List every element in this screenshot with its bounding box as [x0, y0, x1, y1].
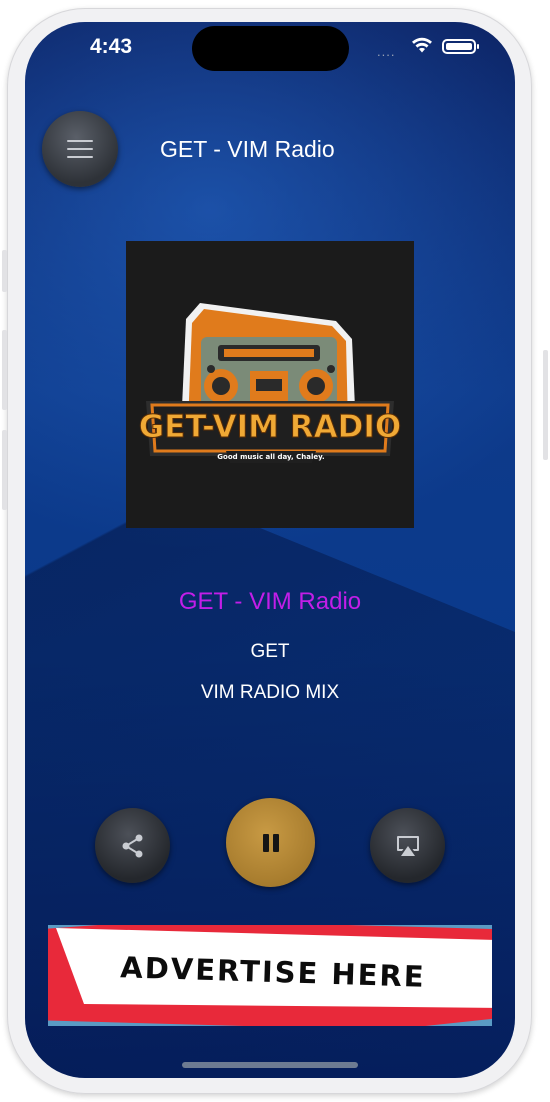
- logo-text: GET-VIM RADIO: [139, 409, 401, 445]
- silent-switch: [2, 250, 7, 292]
- track-artist: GET: [250, 641, 290, 662]
- app-screen: 4:43 .... GET - VIM Radio GET-VIM RADIO …: [25, 22, 515, 1078]
- pause-icon: [262, 833, 279, 852]
- airplay-button[interactable]: [370, 808, 445, 883]
- share-icon: [122, 834, 142, 857]
- status-time: 4:43: [90, 35, 133, 58]
- station-name: GET - VIM Radio: [178, 588, 362, 615]
- share-button[interactable]: [95, 808, 170, 883]
- pause-button[interactable]: [226, 798, 315, 887]
- airplay-icon: [396, 835, 419, 856]
- boombox-logo: GET-VIM RADIO Good music all day, Chaley…: [138, 303, 402, 463]
- cellular-signal-icon: ....: [377, 44, 396, 59]
- volume-down-button: [2, 430, 7, 510]
- track-title: VIM RADIO MIX: [200, 682, 340, 703]
- page-title: GET - VIM Radio: [160, 136, 335, 162]
- home-indicator[interactable]: [182, 1062, 358, 1068]
- logo-tagline: Good music all day, Chaley.: [217, 453, 324, 461]
- dynamic-island: [192, 26, 349, 71]
- station-artwork: GET-VIM RADIO Good music all day, Chaley…: [126, 241, 414, 528]
- power-button: [543, 350, 548, 460]
- advertise-banner[interactable]: ADVERTISE HERE: [48, 925, 492, 1026]
- battery-icon: [442, 39, 479, 54]
- wifi-icon: [412, 37, 432, 53]
- volume-up-button: [2, 330, 7, 410]
- hamburger-icon: [67, 140, 93, 158]
- menu-button[interactable]: [42, 111, 118, 187]
